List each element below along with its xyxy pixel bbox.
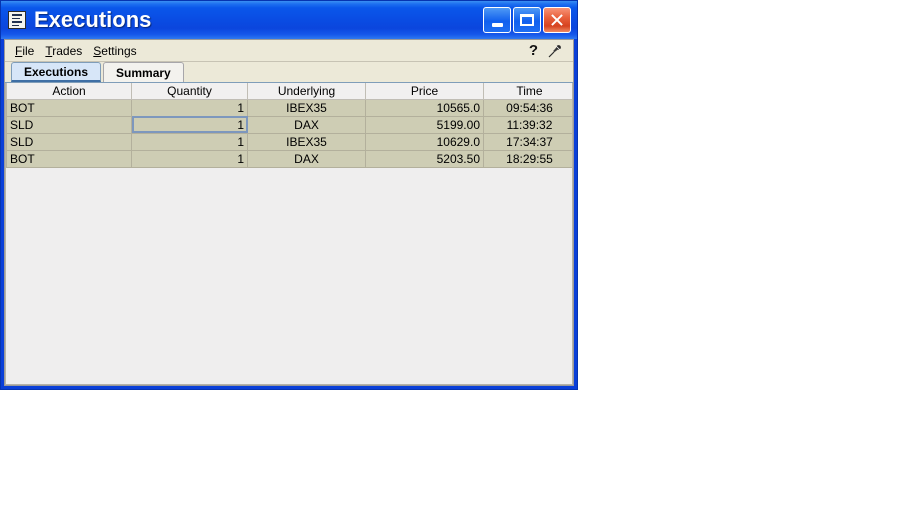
- cell-quantity-selected[interactable]: 1: [131, 116, 248, 134]
- cell-action[interactable]: SLD: [6, 116, 132, 134]
- tab-executions-label: Executions: [24, 64, 89, 79]
- cell-time[interactable]: 09:54:36: [483, 99, 572, 117]
- column-header-price[interactable]: Price: [365, 83, 484, 100]
- cell-time[interactable]: 18:29:55: [483, 150, 572, 168]
- window-titlebar: Executions: [1, 1, 577, 39]
- menu-item-settings[interactable]: Settings: [91, 42, 145, 60]
- table-row[interactable]: SLD 1 IBEX35 10629.0 17:34:37: [6, 133, 572, 151]
- executions-table-container[interactable]: Action Quantity Underlying Price Time BO…: [5, 83, 573, 385]
- cell-time[interactable]: 11:39:32: [483, 116, 572, 134]
- tab-executions[interactable]: Executions: [11, 62, 102, 82]
- cell-price[interactable]: 5203.50: [365, 150, 484, 168]
- document-list-icon: [8, 11, 26, 29]
- column-header-action[interactable]: Action: [6, 83, 132, 100]
- cell-quantity[interactable]: 1: [131, 99, 248, 117]
- cell-action[interactable]: BOT: [6, 99, 132, 117]
- menu-item-file-label: ile: [22, 43, 35, 58]
- pushpin-icon[interactable]: [547, 43, 563, 59]
- cell-quantity[interactable]: 1: [131, 133, 248, 151]
- cell-price[interactable]: 10565.0: [365, 99, 484, 117]
- tabstrip: Executions Summary: [5, 62, 573, 83]
- menubar-tools: ?: [529, 43, 567, 59]
- window-title: Executions: [34, 7, 152, 32]
- menu-item-file[interactable]: File: [13, 42, 43, 60]
- table-header-row: Action Quantity Underlying Price Time: [6, 83, 572, 100]
- executions-table: Action Quantity Underlying Price Time BO…: [6, 83, 572, 168]
- cell-underlying[interactable]: DAX: [247, 150, 366, 168]
- window-client-area: File Trades Settings ? Executions Summar…: [4, 39, 574, 386]
- menu-item-trades-label: rades: [52, 43, 83, 58]
- cell-time[interactable]: 17:34:37: [483, 133, 572, 151]
- tab-summary[interactable]: Summary: [103, 62, 184, 82]
- close-button[interactable]: [543, 7, 571, 33]
- window-controls: [483, 7, 573, 33]
- table-row[interactable]: BOT 1 DAX 5203.50 18:29:55: [6, 150, 572, 168]
- column-header-time[interactable]: Time: [483, 83, 572, 100]
- column-header-underlying[interactable]: Underlying: [247, 83, 366, 100]
- cell-underlying[interactable]: IBEX35: [247, 99, 366, 117]
- minimize-button[interactable]: [483, 7, 511, 33]
- menubar: File Trades Settings ?: [5, 40, 573, 62]
- help-icon[interactable]: ?: [529, 43, 538, 58]
- menu-item-settings-label: ettings: [101, 43, 137, 58]
- tab-summary-label: Summary: [116, 65, 171, 80]
- cell-quantity[interactable]: 1: [131, 150, 248, 168]
- cell-action[interactable]: BOT: [6, 150, 132, 168]
- menu-item-trades[interactable]: Trades: [43, 42, 91, 60]
- cell-underlying[interactable]: DAX: [247, 116, 366, 134]
- column-header-quantity[interactable]: Quantity: [131, 83, 248, 100]
- cell-price[interactable]: 5199.00: [365, 116, 484, 134]
- table-row[interactable]: SLD 1 DAX 5199.00 11:39:32: [6, 116, 572, 134]
- maximize-button[interactable]: [513, 7, 541, 33]
- close-icon: [551, 14, 563, 26]
- executions-window: Executions File Trades Settings ? Execut…: [0, 0, 578, 390]
- table-row[interactable]: BOT 1 IBEX35 10565.0 09:54:36: [6, 99, 572, 117]
- cell-price[interactable]: 10629.0: [365, 133, 484, 151]
- cell-action[interactable]: SLD: [6, 133, 132, 151]
- cell-underlying[interactable]: IBEX35: [247, 133, 366, 151]
